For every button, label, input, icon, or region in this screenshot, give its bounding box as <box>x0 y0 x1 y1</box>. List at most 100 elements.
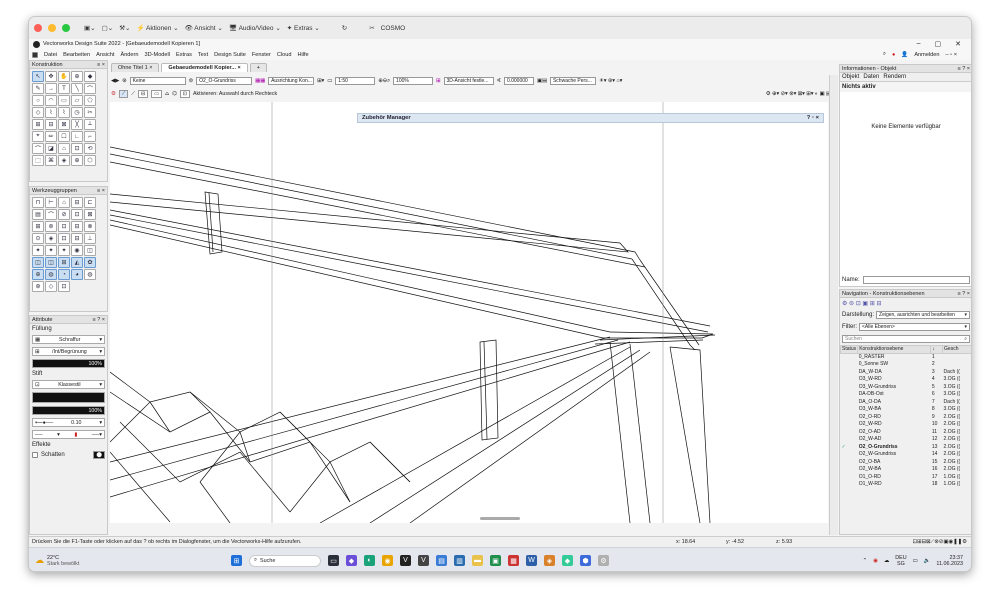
tool-button[interactable]: ⊕ <box>71 155 83 166</box>
reload-icon[interactable]: ↻ <box>342 24 347 32</box>
canvas-scrollbar[interactable] <box>480 517 520 520</box>
tool-button[interactable]: ⬠ <box>84 95 96 106</box>
tool-button[interactable]: ◫ <box>32 257 44 268</box>
selection-mode-2[interactable]: ⟋ <box>131 91 135 98</box>
tool-button[interactable]: ⌇ <box>45 107 57 118</box>
tool-button[interactable]: ⊠ <box>84 209 96 220</box>
layer-row[interactable]: O2_O-RD 9 2.OG (( <box>841 413 972 421</box>
app-icon-1[interactable]: ▤ <box>436 555 447 566</box>
tool-button[interactable]: ✦ <box>32 245 44 256</box>
tool-button[interactable]: ⊛ <box>32 281 44 292</box>
tool-button[interactable]: ⬡ <box>84 155 96 166</box>
tool-button[interactable]: ⌐ <box>84 131 96 142</box>
tool-button[interactable]: ∟ <box>71 131 83 142</box>
drawing-canvas[interactable]: Zubehör Manager ? ▫ × <box>110 102 828 523</box>
tool-button[interactable]: ⊕ <box>71 71 83 82</box>
clock[interactable]: 23:37 11.06.2023 <box>936 555 963 567</box>
close-dot[interactable] <box>34 24 42 32</box>
layer-select[interactable]: O2_O-Grundriss <box>196 77 253 85</box>
app-menu-icon[interactable] <box>32 51 38 58</box>
app-icon-5[interactable]: W <box>526 555 537 566</box>
pen-color-swatch[interactable] <box>32 392 105 403</box>
tool-button[interactable]: ⊟ <box>71 233 83 244</box>
class-select[interactable]: Keine <box>129 77 186 85</box>
tool-button[interactable]: ╲ <box>71 83 83 94</box>
filter-select[interactable]: <Alle Ebenen> ▾ <box>859 323 970 331</box>
render-select[interactable]: Schwache Pers... <box>549 77 596 85</box>
info-tab-rendern[interactable]: Rendern <box>883 74 906 80</box>
layer-row[interactable]: O2_W-AD 12 2.OG (( <box>841 436 972 444</box>
line-style-select[interactable]: ── ▾ ▮ ──▾ <box>32 430 105 439</box>
tool-button[interactable]: ⌇ <box>58 107 70 118</box>
tool-button[interactable]: ⌂ <box>58 197 70 208</box>
palette-controls[interactable]: ≡ ? × <box>957 66 970 72</box>
polygon-icon[interactable]: ⌬ <box>172 91 177 97</box>
klassestil-select[interactable]: ⊡ Klassestil ▾ <box>32 380 105 389</box>
tool-button[interactable]: ⊞ <box>32 119 44 130</box>
notification-icon[interactable]: ● <box>892 52 895 58</box>
document-icon[interactable]: ▢⌄ <box>102 24 114 32</box>
header-konstruktionsebene[interactable]: Konstruktionsebene <box>857 345 932 354</box>
tool-button[interactable]: ◷ <box>71 107 83 118</box>
layer-row[interactable]: DA_W-DA 3 Dach (( <box>841 368 972 376</box>
tool-button[interactable]: ✦ <box>58 245 70 256</box>
app-icon-7[interactable]: ◆ <box>562 555 573 566</box>
tool-button[interactable]: ⌒ <box>32 143 44 154</box>
tool-button[interactable]: ○ <box>32 95 44 106</box>
chrome-icon[interactable]: ◉ <box>382 555 393 566</box>
tool-button[interactable]: ⊗ <box>84 221 96 232</box>
tray-icon-1[interactable]: ◉ <box>873 558 878 564</box>
menu-cloud[interactable]: Cloud <box>277 52 292 58</box>
zubehoer-manager-titlebar[interactable]: Zubehör Manager ? ▫ × <box>357 113 824 123</box>
mode-right-tools[interactable]: ⚙ ⊕▾ ⊘▾ ⊗▾ ⊠▾ ⊞▾ ◐ ▣ ▤ <box>766 91 831 97</box>
tool-button[interactable]: ◍ <box>84 269 96 280</box>
tool-button[interactable]: ⟂ <box>84 119 96 130</box>
tool-button[interactable]: ⊘ <box>58 209 70 220</box>
menu-text[interactable]: Text <box>198 52 208 58</box>
ansicht-menu[interactable]: 👁 Ansicht ⌄ <box>185 24 223 32</box>
tool-button[interactable]: ✎ <box>32 83 44 94</box>
task-view-icon[interactable]: ▭ <box>328 555 339 566</box>
close-icon[interactable]: ✕ <box>955 40 961 48</box>
tool-button[interactable]: ⊟ <box>71 221 83 232</box>
tray-icon-2[interactable]: ☁ <box>884 558 889 564</box>
tool-button[interactable]: ⊡ <box>71 209 83 220</box>
name-field[interactable] <box>862 276 970 284</box>
tool-button[interactable]: ⊓ <box>32 197 44 208</box>
layer-row[interactable]: 0_RASTER 1 <box>841 353 972 361</box>
tool-button[interactable]: ◇ <box>32 107 44 118</box>
layer-row[interactable]: O2_W-Grundriss 14 2.OG (( <box>841 451 972 459</box>
layer-options-icon[interactable]: ▦▦ <box>255 78 265 84</box>
tool-button[interactable]: ⊙ <box>32 233 44 244</box>
tool-button[interactable]: ⊢ <box>45 197 57 208</box>
tool-button[interactable]: ◇ <box>45 281 57 292</box>
header-sort[interactable]: ↓ <box>930 345 944 354</box>
fill-opacity-field[interactable]: 100% <box>32 359 105 368</box>
tool-button[interactable]: ↖ <box>32 71 44 82</box>
tab-new[interactable]: + <box>249 63 267 72</box>
layer-row[interactable]: 0_Sonne SW 2 <box>841 361 972 369</box>
layer-row[interactable]: O2_O-AD 11 2.OG (( <box>841 428 972 436</box>
layer-row[interactable]: O1_W-RD 18 1.OG (( <box>841 481 972 489</box>
tool-button[interactable]: ⌘ <box>45 155 57 166</box>
layer-row[interactable]: O3_W-Grundriss 5 3.OG (( <box>841 383 972 391</box>
user-icon[interactable]: 👤 <box>901 52 908 58</box>
nav-view-icons[interactable]: ⚙ ⊜ ⊡ ▣ ⊞ ⊟ <box>840 298 971 309</box>
lasso-icon[interactable]: ⌓ <box>165 91 169 98</box>
menu-fenster[interactable]: Fenster <box>252 52 271 58</box>
tray-chevron-icon[interactable]: ⌃ <box>863 558 868 564</box>
info-tab-daten[interactable]: Daten <box>863 74 879 80</box>
layer-row[interactable]: O1_O-RD 17 1.OG (( <box>841 473 972 481</box>
edge-icon[interactable]: ◐ <box>364 555 375 566</box>
app-icon-4[interactable]: ▦ <box>508 555 519 566</box>
network-icon[interactable]: ▭ <box>913 558 918 564</box>
menu-3d-modell[interactable]: 3D-Modell <box>145 52 171 58</box>
layer-row[interactable]: O2_W-RD 10 2.OG (( <box>841 421 972 429</box>
app-icon-8[interactable]: ⬢ <box>580 555 591 566</box>
explorer-icon[interactable]: ▬ <box>472 555 483 566</box>
app-icon-2[interactable]: ▥ <box>454 555 465 566</box>
weather-widget[interactable]: ☁ 22°C Stark bewölkt <box>35 555 79 567</box>
menu-aendern[interactable]: Ändern <box>120 52 138 58</box>
darstellung-select[interactable]: Zeigen, ausrichten und bearbeiten ▾ <box>876 311 970 319</box>
tool-button[interactable]: ⟲ <box>84 143 96 154</box>
